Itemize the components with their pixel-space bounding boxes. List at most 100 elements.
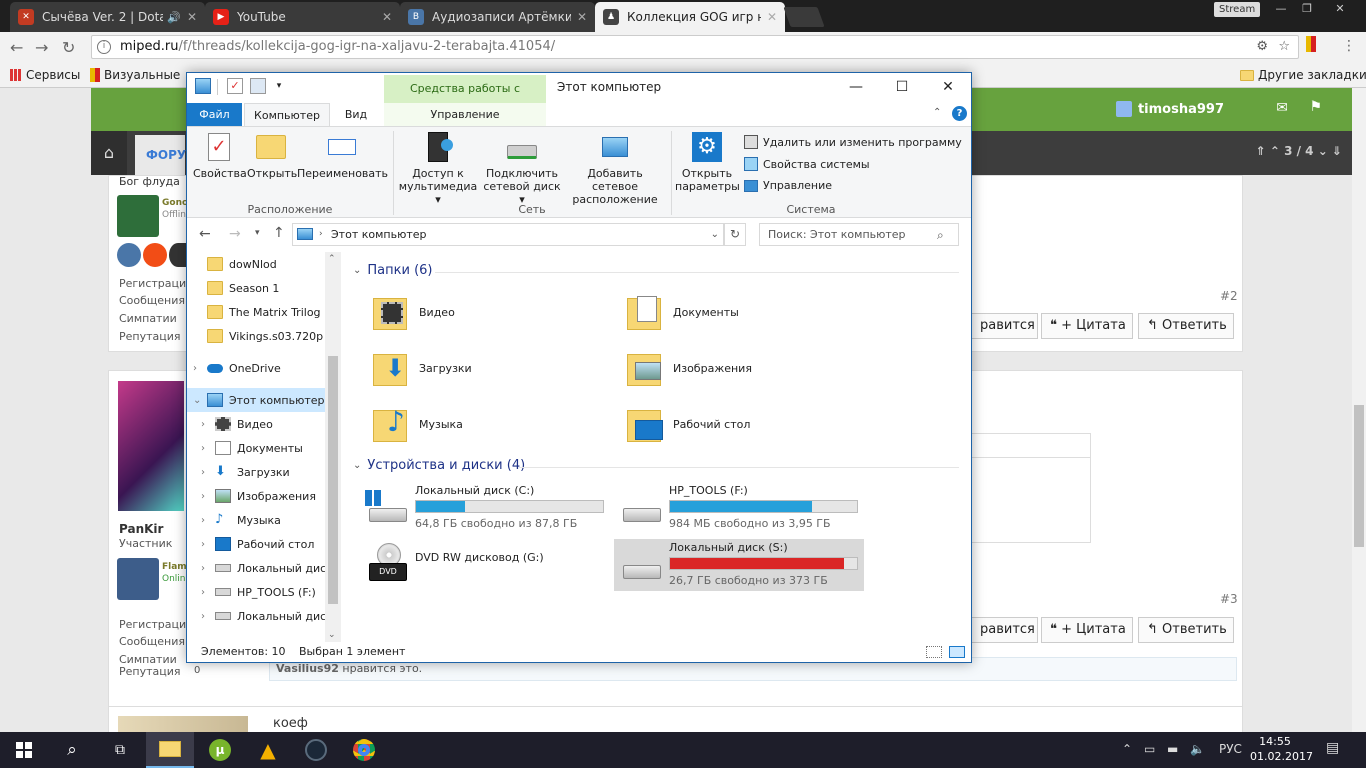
clock[interactable]: 14:55 01.02.2017 [1250, 734, 1313, 764]
folder-desktop[interactable]: Рабочий стол [627, 404, 750, 444]
artmoney-icon[interactable]: ▲ [244, 732, 292, 768]
bookmark-visual[interactable]: Визуальные [90, 68, 180, 82]
pager[interactable]: ⇑ ⌃ 3 / 4 ⌄ ⇓ [1256, 144, 1342, 158]
recent-locations-icon[interactable]: ▾ [255, 228, 260, 238]
stream-badge[interactable]: Stream [1214, 2, 1261, 17]
flag-icon[interactable]: ⚑ [1309, 99, 1322, 115]
media-access-button[interactable]: Доступ к мультимедиа ▾ [397, 131, 479, 206]
avatar[interactable] [118, 716, 248, 732]
scroll-down-icon[interactable]: ⌄ [328, 630, 336, 640]
reply-button[interactable]: ↰ Ответить [1138, 313, 1234, 339]
folder-documents[interactable]: Документы [627, 292, 739, 332]
ok-icon[interactable] [143, 243, 167, 267]
nav-item[interactable]: Vikings.s03.720p [187, 324, 327, 348]
uninstall-program-button[interactable]: Удалить или изменить программу [744, 135, 962, 149]
vk-icon[interactable] [117, 243, 141, 267]
drive-s[interactable]: Локальный диск (S:) 26,7 ГБ свободно из … [619, 541, 858, 587]
avatar[interactable] [118, 381, 184, 511]
browser-tab-dota[interactable]: ✕ Сычёва Ver. 2 | Dota 🔊 ✕ [10, 2, 205, 32]
close-tab-icon[interactable]: ✕ [767, 10, 777, 24]
bookmark-services[interactable]: Сервисы [10, 68, 80, 82]
tab-view[interactable]: Вид [335, 103, 377, 127]
back-icon[interactable]: ← [10, 38, 23, 57]
network-icon[interactable]: ▭ [1144, 742, 1155, 756]
steam-icon[interactable] [169, 243, 187, 267]
start-windows-icon[interactable] [0, 732, 48, 768]
post-number[interactable]: #3 [1220, 592, 1238, 606]
address-bar[interactable]: miped.ru/f/threads/kollekcija-gog-igr-na… [91, 35, 1299, 59]
system-properties-button[interactable]: Свойства системы [744, 157, 870, 171]
forward-icon[interactable]: → [35, 38, 48, 57]
map-network-drive-button[interactable]: Подключить сетевой диск ▾ [483, 131, 561, 206]
nav-item-drive-f[interactable]: › HP_TOOLS (F:) [187, 580, 327, 604]
task-view-icon[interactable]: ⧉ [96, 732, 144, 768]
nav-scroll-thumb[interactable] [328, 356, 338, 604]
open-settings-button[interactable]: ⚙ Открыть параметры [675, 131, 740, 193]
manage-button[interactable]: Управление [744, 179, 832, 192]
up-icon[interactable]: ↑ [273, 225, 285, 241]
nav-item[interactable]: dowNlod [187, 252, 327, 276]
minimize-icon[interactable]: — [833, 73, 879, 101]
reply-button[interactable]: ↰ Ответить [1138, 617, 1234, 643]
properties-quick-icon[interactable]: ✓ [227, 78, 243, 94]
scroll-up-icon[interactable]: ⌃ [328, 254, 336, 264]
steam-icon[interactable] [292, 732, 340, 768]
new-tab-button[interactable] [783, 7, 825, 27]
nav-item-video[interactable]: › Видео [187, 412, 327, 436]
chevron-right-icon[interactable]: › [193, 363, 207, 374]
author-name[interactable]: Flam [162, 562, 187, 572]
like-button[interactable]: равится [972, 617, 1038, 643]
details-view-icon[interactable] [926, 646, 942, 658]
explorer-titlebar[interactable]: ✓ ▾ Средства работы с дисками Этот компь… [187, 73, 971, 123]
rename-button[interactable]: Переименовать [297, 131, 388, 180]
nav-item-downloads[interactable]: › ⬇ Загрузки [187, 460, 327, 484]
author-name[interactable]: Gono [162, 198, 188, 208]
avatar[interactable] [117, 558, 159, 600]
nav-item-drive-c[interactable]: › Локальный дис [187, 556, 327, 580]
utorrent-icon[interactable]: µ [196, 732, 244, 768]
quote-button[interactable]: ❝ + Цитата [1041, 313, 1133, 339]
tab-file[interactable]: Файл [187, 103, 242, 127]
avatar[interactable] [117, 195, 159, 237]
close-icon[interactable]: ✕ [925, 73, 971, 101]
address-dropdown-icon[interactable]: ⌄ [711, 224, 719, 245]
close-tab-icon[interactable]: ✕ [577, 10, 587, 24]
address-field[interactable]: › Этот компьютер ⌄ [292, 223, 724, 246]
tray-chevron-icon[interactable]: ⌃ [1122, 742, 1132, 756]
nav-item[interactable]: Season 1 [187, 276, 327, 300]
browser-tab-youtube[interactable]: ▶ YouTube ✕ [205, 2, 400, 32]
extension-flag-icon[interactable] [1306, 36, 1316, 56]
tiles-view-icon[interactable] [949, 646, 965, 658]
drive-f[interactable]: HP_TOOLS (F:) 984 МБ свободно из 3,95 ГБ [619, 484, 858, 530]
action-center-icon[interactable]: ▤ [1326, 740, 1339, 756]
drive-c[interactable]: Локальный диск (C:) 64,8 ГБ свободно из … [365, 484, 604, 530]
page-up-icon[interactable]: ⇑ ⌃ [1256, 144, 1280, 158]
nav-item-this-pc[interactable]: ⌄ Этот компьютер [187, 388, 327, 412]
nav-item-onedrive[interactable]: › OneDrive [187, 356, 327, 380]
chevron-down-icon[interactable]: ⌄ [353, 265, 361, 276]
folder-downloads[interactable]: ⬇ Загрузки [373, 348, 472, 388]
like-button[interactable]: равится [972, 313, 1038, 339]
folders-section-header[interactable]: ⌄ Папки (6) [353, 263, 432, 278]
tab-manage[interactable]: Управление [384, 103, 546, 127]
volume-icon[interactable]: 🔈 [1190, 742, 1205, 756]
page-scroll-thumb[interactable] [1354, 405, 1364, 547]
breadcrumb-chevron-icon[interactable]: › [319, 224, 323, 245]
speaker-icon[interactable]: 🔊 [167, 11, 181, 24]
customize-quick-icon[interactable]: ▾ [271, 78, 287, 94]
author-name[interactable]: PanKir [119, 522, 163, 536]
mail-icon[interactable]: ✉ [1276, 100, 1288, 116]
open-button[interactable]: Открыть [247, 131, 297, 180]
home-icon[interactable]: ⌂ [91, 131, 127, 175]
chevron-down-icon[interactable]: ⌄ [193, 395, 207, 406]
search-input[interactable]: Поиск: Этот компьютер [759, 223, 959, 246]
folder-music[interactable]: ♪ Музыка [373, 404, 463, 444]
folder-video[interactable]: Видео [373, 292, 455, 332]
forward-icon[interactable]: → [229, 226, 241, 242]
properties-button[interactable]: ✓ Свойства [193, 131, 247, 180]
nav-item-documents[interactable]: › Документы [187, 436, 327, 460]
back-icon[interactable]: ← [199, 226, 211, 242]
page-down-icon[interactable]: ⌄ ⇓ [1318, 144, 1342, 158]
maximize-icon[interactable]: ☐ [879, 73, 925, 101]
menu-icon[interactable]: ⋮ [1342, 38, 1356, 54]
